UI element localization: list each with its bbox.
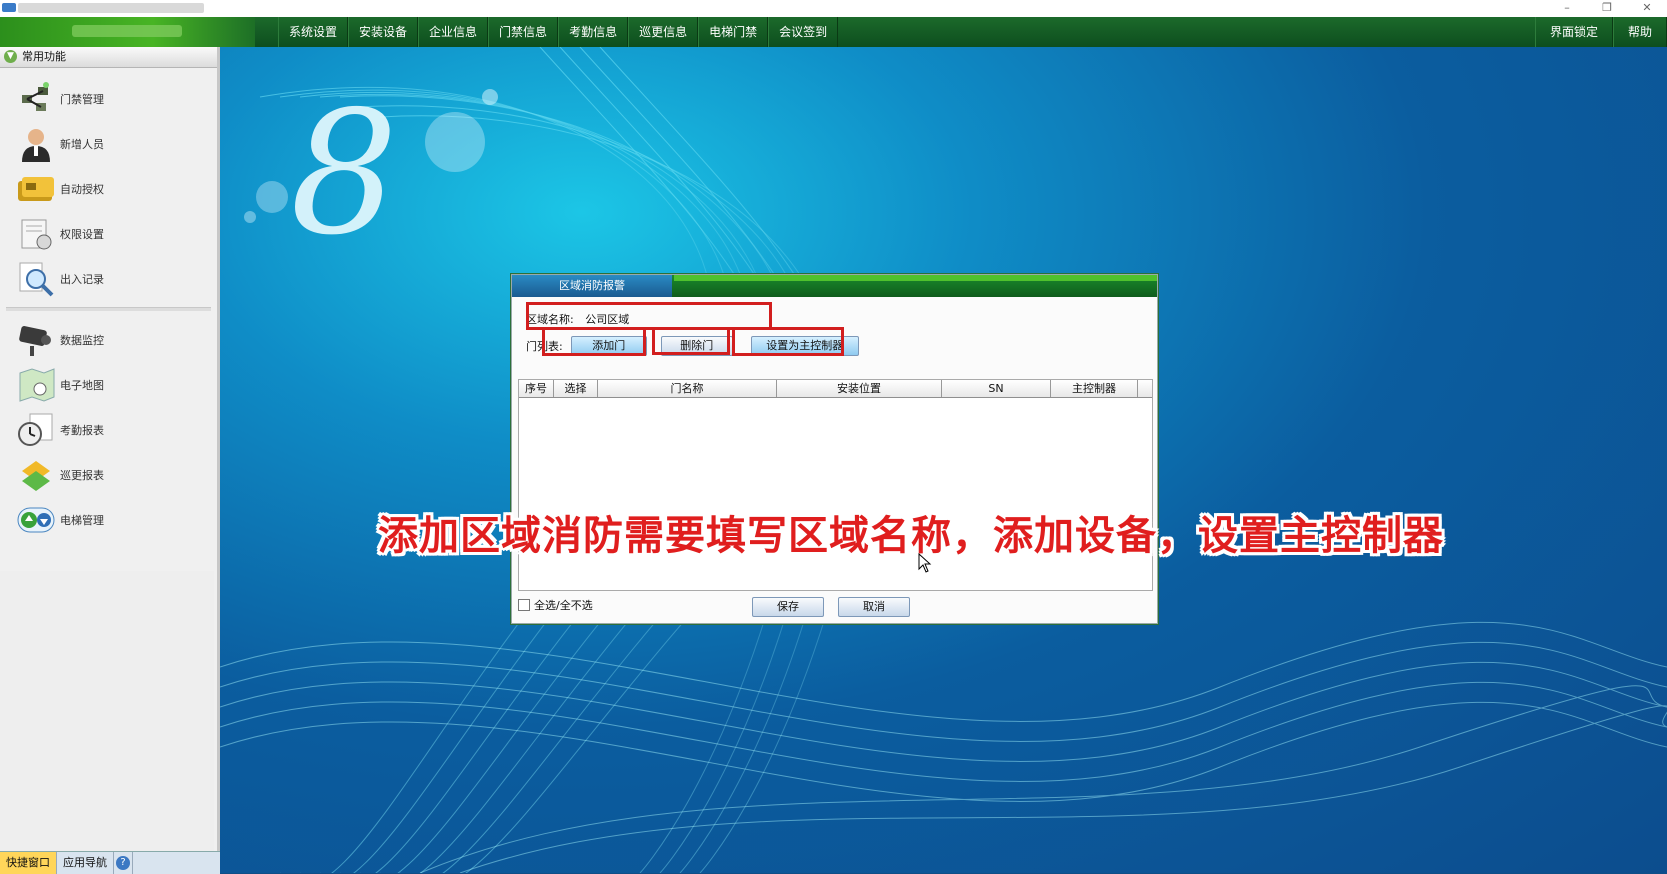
sidebar-item-elevator-management[interactable]: 电梯管理 <box>0 497 217 542</box>
mouse-cursor-icon <box>918 553 932 573</box>
sidebar-item-access-records[interactable]: 出入记录 <box>0 256 217 301</box>
sidebar-item-label: 门禁管理 <box>60 92 104 106</box>
sidebar: ▼ 常用功能 门禁管理 新增人员 自动授权 权限设置 出入记录 数据监控 电子地… <box>0 47 220 851</box>
main-menubar: 系统设置 安装设备 企业信息 门禁信息 考勤信息 巡更信息 电梯门禁 会议签到 … <box>0 17 1667 49</box>
sidebar-item-label: 电梯管理 <box>60 513 104 527</box>
menu-access-info[interactable]: 门禁信息 <box>488 17 559 47</box>
sidebar-item-data-monitor[interactable]: 数据监控 <box>0 317 217 362</box>
select-all-checkbox[interactable]: 全选/全不选 <box>518 597 593 613</box>
menu-patrol-info[interactable]: 巡更信息 <box>628 17 699 47</box>
door-table-header: 序号 选择 门名称 安装位置 SN 主控制器 <box>519 380 1152 398</box>
menu-lock-ui[interactable]: 界面锁定 <box>1534 17 1613 47</box>
sidebar-item-label: 权限设置 <box>60 227 104 241</box>
col-index[interactable]: 序号 <box>519 380 554 397</box>
logo-eight: 8 <box>290 75 398 273</box>
window-title-blurred <box>18 3 204 13</box>
highlight-area-name <box>526 302 772 330</box>
help-button[interactable]: ? <box>114 852 133 874</box>
menu-elevator-access[interactable]: 电梯门禁 <box>698 17 769 47</box>
zone-fire-alarm-dialog: 区域消防报警 区域名称: 公司区域 门列表: 添加门 删除门 设置为主控制器 序… <box>511 274 1158 624</box>
minimize-button[interactable]: – <box>1547 0 1587 17</box>
sidebar-item-new-person[interactable]: 新增人员 <box>0 121 217 166</box>
sidebar-item-label: 考勤报表 <box>60 423 104 437</box>
sidebar-empty-area <box>0 571 214 851</box>
sidebar-item-label: 电子地图 <box>60 378 104 392</box>
sidebar-item-label: 巡更报表 <box>60 468 104 482</box>
sidebar-header-label: 常用功能 <box>22 50 66 63</box>
menu-help[interactable]: 帮助 <box>1612 17 1667 47</box>
checkbox-box[interactable] <box>518 599 530 611</box>
sidebar-header[interactable]: ▼ 常用功能 <box>0 47 217 68</box>
highlight-delete-door <box>652 327 730 355</box>
col-door-name[interactable]: 门名称 <box>598 380 777 397</box>
brand-logo <box>0 17 255 47</box>
cancel-button[interactable]: 取消 <box>838 597 910 617</box>
sidebar-item-door-control[interactable]: 门禁管理 <box>0 76 217 121</box>
app-icon <box>2 3 16 12</box>
col-select[interactable]: 选择 <box>554 380 598 397</box>
restore-button[interactable]: ❐ <box>1587 0 1627 17</box>
elevator-icon <box>17 507 55 532</box>
col-master-controller[interactable]: 主控制器 <box>1051 380 1138 397</box>
permission-icon <box>21 219 52 249</box>
sidebar-item-label: 数据监控 <box>60 333 104 347</box>
sidebar-item-e-map[interactable]: 电子地图 <box>0 362 217 407</box>
sidebar-item-patrol-report[interactable]: 巡更报表 <box>0 452 217 497</box>
tutorial-caption: 添加区域消防需要填写区域名称，添加设备，设置主控制器 <box>378 513 1444 559</box>
sidebar-item-label: 出入记录 <box>60 272 104 286</box>
col-sn[interactable]: SN <box>942 380 1051 397</box>
door-control-icon <box>22 81 49 111</box>
window-titlebar: – ❐ ✕ <box>0 0 1667 17</box>
menu-company-info[interactable]: 企业信息 <box>418 17 489 47</box>
dialog-title: 区域消防报警 <box>512 275 672 297</box>
sidebar-item-auto-authorize[interactable]: 自动授权 <box>0 166 217 211</box>
dialog-titlebar: 区域消防报警 <box>512 275 1157 297</box>
sidebar-item-permission[interactable]: 权限设置 <box>0 211 217 256</box>
sidebar-item-label: 自动授权 <box>60 182 104 196</box>
map-icon <box>19 367 55 402</box>
camera-icon <box>19 325 51 356</box>
sidebar-item-attendance-report[interactable]: 考勤报表 <box>0 407 217 452</box>
save-button[interactable]: 保存 <box>752 597 824 617</box>
col-location[interactable]: 安装位置 <box>777 380 942 397</box>
menu-meeting-signin[interactable]: 会议签到 <box>768 17 839 47</box>
person-icon <box>22 128 50 162</box>
sidebar-item-label: 新增人员 <box>60 137 104 151</box>
menu-system-settings[interactable]: 系统设置 <box>278 17 349 47</box>
sidebar-divider <box>6 307 211 311</box>
patrol-icon <box>22 460 50 491</box>
chevron-down-icon: ▼ <box>4 50 17 63</box>
close-button[interactable]: ✕ <box>1627 0 1667 17</box>
menu-install-device[interactable]: 安装设备 <box>348 17 419 47</box>
highlight-add-door <box>542 327 646 356</box>
magnifier-icon <box>19 262 54 296</box>
bottom-navbar: 快捷窗口 应用导航 ? <box>0 851 220 874</box>
clock-icon <box>18 413 53 446</box>
highlight-set-master <box>732 327 844 356</box>
tab-app-navigation[interactable]: 应用导航 <box>57 852 114 874</box>
select-all-label: 全选/全不选 <box>534 599 593 612</box>
menu-attendance-info[interactable]: 考勤信息 <box>558 17 629 47</box>
help-icon: ? <box>116 856 130 870</box>
card-icon <box>18 176 54 201</box>
tab-quick-window[interactable]: 快捷窗口 <box>0 852 57 874</box>
